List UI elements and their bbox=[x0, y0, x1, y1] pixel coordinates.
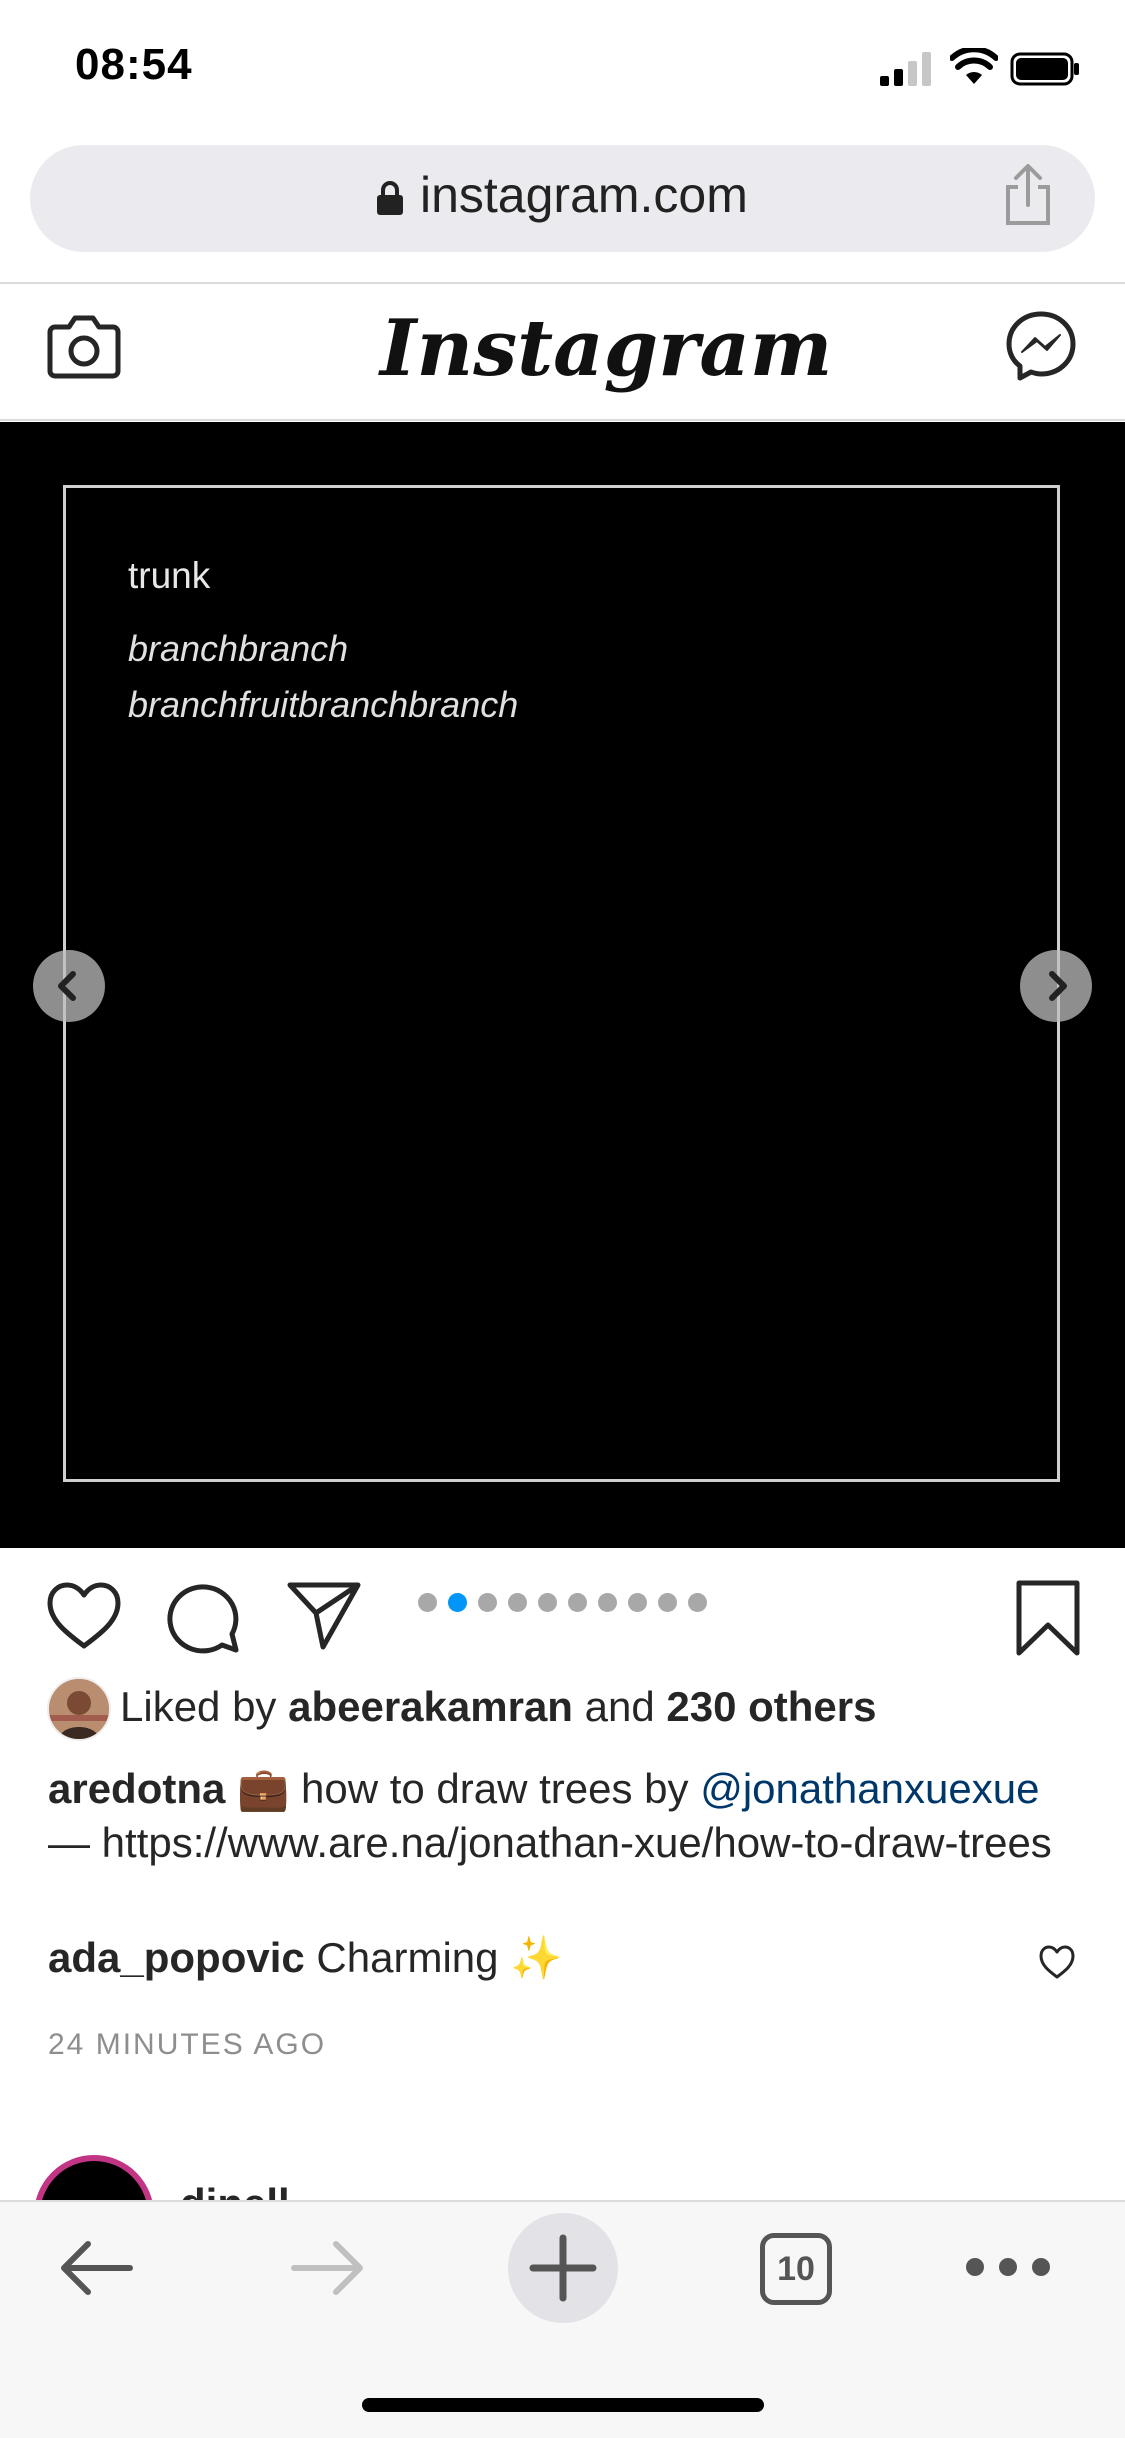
next-post-username[interactable]: dinell bbox=[180, 2180, 340, 2202]
lock-icon bbox=[377, 181, 403, 215]
media-text-line: branchfruitbranchbranch bbox=[128, 684, 519, 725]
camera-icon[interactable] bbox=[47, 313, 121, 379]
back-arrow-icon[interactable] bbox=[58, 2240, 134, 2296]
messenger-icon[interactable] bbox=[1005, 310, 1077, 382]
bookmark-icon[interactable] bbox=[1015, 1580, 1081, 1656]
carousel-dot bbox=[478, 1593, 497, 1612]
avatar-portrait bbox=[49, 1679, 109, 1739]
status-time: 08:54 bbox=[75, 40, 193, 89]
home-indicator[interactable] bbox=[362, 2398, 764, 2412]
more-icon[interactable] bbox=[965, 2255, 1051, 2279]
caption-link: — https://www.are.na/jonathan-xue/how-to… bbox=[48, 1819, 1052, 1866]
plus-icon bbox=[529, 2234, 597, 2302]
author-username[interactable]: aredotna bbox=[48, 1765, 225, 1812]
cellular-signal-icon bbox=[880, 52, 931, 86]
wifi-icon bbox=[950, 48, 998, 84]
comment-icon[interactable] bbox=[166, 1580, 242, 1656]
carousel-dot bbox=[658, 1593, 677, 1612]
tabs-button[interactable]: 10 bbox=[760, 2233, 832, 2305]
comment-text: Charming ✨ bbox=[316, 1934, 563, 1981]
likes-summary[interactable]: Liked by abeerakamran and 230 others bbox=[120, 1683, 877, 1731]
carousel-dot bbox=[538, 1593, 557, 1612]
send-icon[interactable] bbox=[286, 1580, 362, 1650]
chevron-right-icon bbox=[1049, 971, 1067, 1001]
new-tab-button[interactable] bbox=[508, 2213, 618, 2323]
heart-icon[interactable] bbox=[1038, 1944, 1076, 1980]
chevron-left-icon bbox=[58, 971, 76, 1001]
likes-and: and bbox=[584, 1683, 655, 1730]
share-icon[interactable] bbox=[1000, 163, 1056, 227]
media-text-line: branchbranch bbox=[128, 628, 349, 669]
post-timestamp: 24 MINUTES AGO bbox=[48, 2028, 327, 2061]
liker-username[interactable]: abeerakamran bbox=[288, 1683, 573, 1730]
mention-link[interactable]: @jonathanxuexue bbox=[700, 1765, 1039, 1812]
carousel-prev-button[interactable] bbox=[33, 950, 105, 1022]
carousel-next-button[interactable] bbox=[1020, 950, 1092, 1022]
comment: ada_popovic Charming ✨ bbox=[48, 1934, 562, 1983]
media-title: trunk bbox=[128, 555, 211, 596]
heart-icon[interactable] bbox=[46, 1580, 122, 1652]
instagram-logo[interactable]: Instagram bbox=[380, 290, 832, 408]
liker-avatar[interactable] bbox=[47, 1677, 111, 1741]
likes-others[interactable]: 230 others bbox=[666, 1683, 876, 1730]
forward-arrow-icon[interactable] bbox=[290, 2240, 366, 2296]
caption-text: how to draw trees by bbox=[301, 1765, 689, 1812]
battery-icon bbox=[1010, 52, 1079, 86]
carousel-dot bbox=[628, 1593, 647, 1612]
carousel-dot bbox=[568, 1593, 587, 1612]
comment-username[interactable]: ada_popovic bbox=[48, 1934, 305, 1981]
url-text[interactable]: instagram.com bbox=[420, 166, 748, 224]
briefcase-icon: 💼 bbox=[237, 1765, 290, 1812]
likes-prefix: Liked by bbox=[120, 1683, 277, 1730]
carousel-dot bbox=[448, 1593, 467, 1612]
post-caption: aredotna 💼 how to draw trees by @jonatha… bbox=[48, 1762, 1088, 1870]
carousel-dot bbox=[688, 1593, 707, 1612]
carousel-dot bbox=[598, 1593, 617, 1612]
carousel-dot bbox=[418, 1593, 437, 1612]
carousel-dot bbox=[508, 1593, 527, 1612]
carousel-indicator bbox=[418, 1593, 707, 1613]
